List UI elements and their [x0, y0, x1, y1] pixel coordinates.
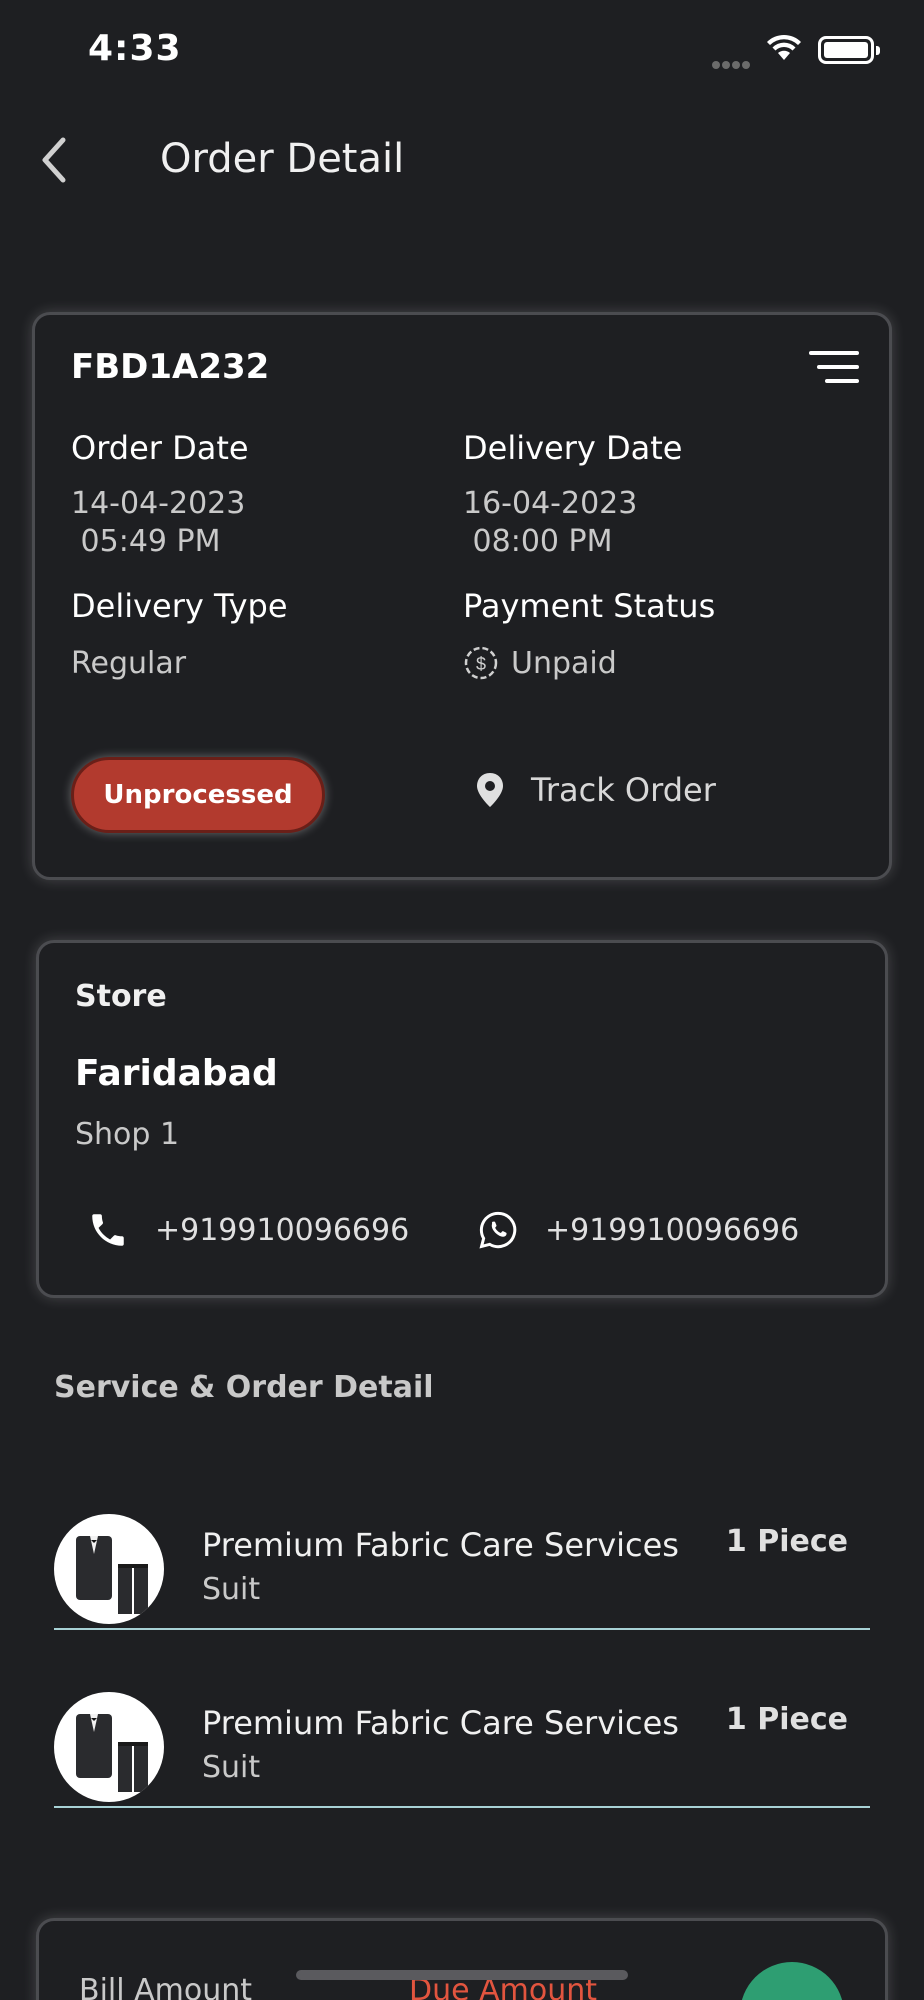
suit-icon	[76, 1714, 148, 1792]
delivery-type-value: Regular	[71, 646, 187, 681]
phone-contact[interactable]: +919910096696	[87, 1209, 409, 1251]
delivery-time: 08:00 PM	[463, 524, 613, 559]
whatsapp-number: +919910096696	[545, 1212, 800, 1248]
order-date-label: Order Date	[71, 429, 249, 467]
status-badge[interactable]: Unprocessed	[71, 757, 325, 833]
order-id: FBD1A232	[71, 347, 270, 387]
order-date-value: 14-04-2023 05:49 PM	[71, 485, 245, 561]
payment-status-value: $ Unpaid	[463, 645, 617, 681]
payment-clock-icon: $	[464, 646, 498, 680]
whatsapp-icon	[479, 1211, 517, 1249]
whatsapp-contact[interactable]: +919910096696	[477, 1209, 799, 1251]
order-time: 05:49 PM	[71, 524, 221, 559]
cellular-signal-icon	[712, 54, 754, 69]
order-date: 14-04-2023	[71, 486, 246, 521]
services-section-title: Service & Order Detail	[54, 1370, 434, 1405]
wifi-icon	[767, 34, 801, 60]
phone-number: +919910096696	[155, 1212, 410, 1248]
service-name: Premium Fabric Care Services	[202, 1704, 679, 1742]
delivery-date-value: 16-04-2023 08:00 PM	[463, 485, 637, 561]
track-order-button[interactable]: Track Order	[475, 771, 716, 809]
service-quantity: 1 Piece	[725, 1702, 848, 1737]
order-summary-card: FBD1A232 Order Date 14-04-2023 05:49 PM …	[32, 312, 892, 880]
payment-status-text: Unpaid	[511, 645, 617, 681]
service-name: Premium Fabric Care Services	[202, 1526, 679, 1564]
status-time: 4:33	[88, 28, 182, 69]
delivery-date: 16-04-2023	[463, 486, 638, 521]
svg-text:$: $	[476, 654, 486, 674]
suit-icon	[76, 1536, 148, 1614]
store-name: Faridabad	[75, 1053, 278, 1094]
status-bar: 4:33	[0, 0, 924, 100]
service-item: Suit	[202, 1750, 261, 1785]
back-arrow-icon	[42, 137, 66, 183]
location-pin-icon	[477, 773, 503, 807]
delivery-date-label: Delivery Date	[463, 429, 683, 467]
store-card: Store Faridabad Shop 1 +919910096696 +91…	[36, 940, 888, 1298]
bill-amount-label: Bill Amount	[79, 1973, 253, 2000]
menu-icon[interactable]	[809, 351, 859, 385]
delivery-type-label: Delivery Type	[71, 587, 288, 625]
home-indicator[interactable]	[296, 1970, 628, 1980]
battery-icon	[818, 36, 880, 64]
service-item: Suit	[202, 1572, 261, 1607]
store-label: Store	[75, 979, 167, 1014]
list-item[interactable]: Premium Fabric Care Services Suit 1 Piec…	[54, 1658, 870, 1808]
payment-status-label: Payment Status	[463, 587, 716, 625]
app-header: Order Detail	[0, 110, 924, 210]
service-thumbnail	[54, 1514, 164, 1624]
back-button[interactable]	[28, 134, 80, 186]
list-item[interactable]: Premium Fabric Care Services Suit 1 Piec…	[54, 1480, 870, 1630]
service-quantity: 1 Piece	[725, 1524, 848, 1559]
store-address: Shop 1	[75, 1117, 180, 1152]
phone-icon	[92, 1214, 124, 1246]
page-title: Order Detail	[160, 136, 405, 182]
track-order-label: Track Order	[531, 771, 716, 809]
service-thumbnail	[54, 1692, 164, 1802]
